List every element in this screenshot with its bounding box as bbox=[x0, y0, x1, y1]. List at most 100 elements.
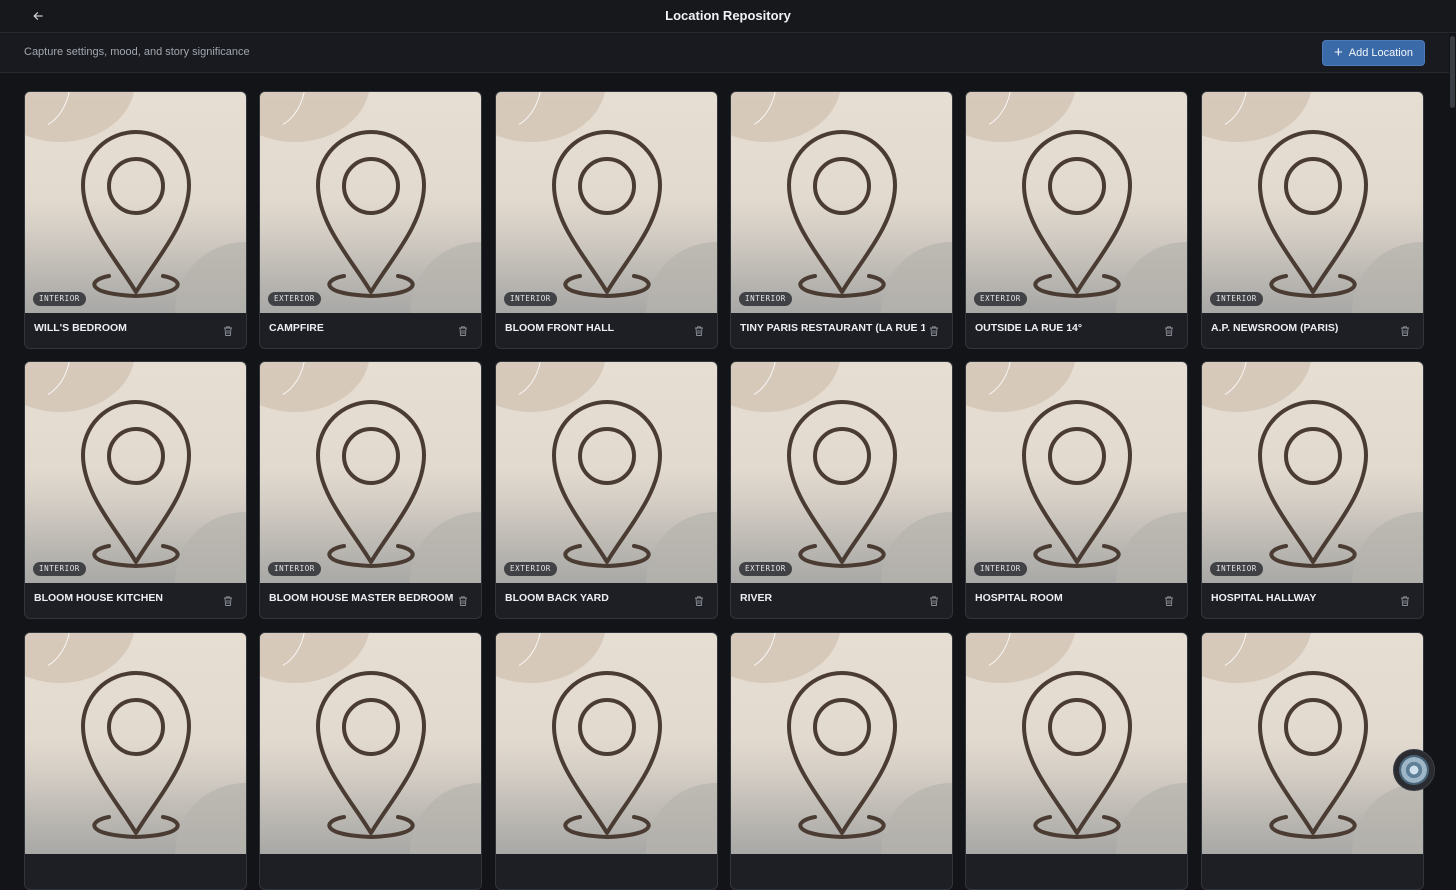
delete-location-button[interactable] bbox=[1399, 594, 1411, 606]
location-type-badge: INTERIOR bbox=[33, 562, 86, 576]
location-thumbnail bbox=[260, 92, 481, 313]
scrollbar-thumb[interactable] bbox=[1450, 36, 1455, 108]
location-thumbnail bbox=[25, 92, 246, 313]
map-pin-icon bbox=[552, 400, 662, 568]
location-type-badge: INTERIOR bbox=[33, 292, 86, 306]
map-pin-icon bbox=[1022, 671, 1132, 839]
map-pin-icon bbox=[1258, 671, 1368, 839]
scrollbar-track[interactable] bbox=[1449, 33, 1456, 815]
location-card[interactable]: EXTERIOR BLOOM BACK YARD bbox=[495, 361, 718, 619]
location-thumbnail bbox=[1202, 92, 1423, 313]
location-thumbnail bbox=[496, 362, 717, 583]
location-card[interactable] bbox=[1201, 632, 1424, 890]
location-thumbnail bbox=[966, 362, 1187, 583]
assistant-orb-icon bbox=[1399, 755, 1429, 785]
map-pin-icon bbox=[1258, 400, 1368, 568]
location-name: BLOOM HOUSE KITCHEN bbox=[34, 592, 163, 604]
location-card[interactable]: EXTERIOR RIVER bbox=[730, 361, 953, 619]
location-card[interactable] bbox=[24, 632, 247, 890]
trash-icon bbox=[1399, 324, 1411, 341]
location-type-badge: INTERIOR bbox=[504, 292, 557, 306]
trash-icon bbox=[457, 594, 469, 611]
map-pin-icon bbox=[81, 130, 191, 298]
add-location-label: Add Location bbox=[1348, 47, 1413, 59]
location-card[interactable] bbox=[495, 632, 718, 890]
location-card[interactable]: INTERIOR TINY PARIS RESTAURANT (LA RUE 14… bbox=[730, 91, 953, 349]
map-pin-icon bbox=[316, 130, 426, 298]
map-pin-icon bbox=[552, 671, 662, 839]
map-pin-icon bbox=[787, 671, 897, 839]
trash-icon bbox=[1399, 594, 1411, 611]
location-card[interactable]: INTERIOR BLOOM HOUSE MASTER BEDROOM bbox=[259, 361, 482, 619]
location-thumbnail bbox=[25, 362, 246, 583]
delete-location-button[interactable] bbox=[457, 594, 469, 606]
location-card[interactable]: INTERIOR WILL'S BEDROOM bbox=[24, 91, 247, 349]
location-type-badge: EXTERIOR bbox=[739, 562, 792, 576]
location-name: WILL'S BEDROOM bbox=[34, 322, 127, 334]
trash-icon bbox=[457, 324, 469, 341]
location-thumbnail bbox=[25, 633, 246, 854]
map-pin-icon bbox=[81, 400, 191, 568]
map-pin-icon bbox=[552, 130, 662, 298]
location-card[interactable]: INTERIOR A.P. NEWSROOM (PARIS) bbox=[1201, 91, 1424, 349]
trash-icon bbox=[222, 594, 234, 611]
location-name: TINY PARIS RESTAURANT (LA RUE 14°) bbox=[740, 322, 925, 334]
delete-location-button[interactable] bbox=[693, 324, 705, 336]
location-thumbnail bbox=[496, 633, 717, 854]
location-type-badge: EXTERIOR bbox=[504, 562, 557, 576]
location-type-badge: INTERIOR bbox=[739, 292, 792, 306]
location-type-badge: EXTERIOR bbox=[268, 292, 321, 306]
location-card[interactable] bbox=[730, 632, 953, 890]
location-card[interactable] bbox=[259, 632, 482, 890]
map-pin-icon bbox=[316, 671, 426, 839]
location-thumbnail bbox=[1202, 362, 1423, 583]
delete-location-button[interactable] bbox=[222, 594, 234, 606]
sub-header: Capture settings, mood, and story signif… bbox=[0, 33, 1449, 73]
location-name: BLOOM FRONT HALL bbox=[505, 322, 615, 334]
location-card[interactable]: EXTERIOR CAMPFIRE bbox=[259, 91, 482, 349]
delete-location-button[interactable] bbox=[928, 594, 940, 606]
location-card[interactable]: INTERIOR BLOOM FRONT HALL bbox=[495, 91, 718, 349]
location-type-badge: INTERIOR bbox=[974, 562, 1027, 576]
delete-location-button[interactable] bbox=[693, 594, 705, 606]
location-name: CAMPFIRE bbox=[269, 322, 324, 334]
location-thumbnail bbox=[1202, 633, 1423, 854]
trash-icon bbox=[222, 324, 234, 341]
add-location-button[interactable]: + Add Location bbox=[1322, 40, 1425, 66]
map-pin-icon bbox=[787, 400, 897, 568]
location-card[interactable]: INTERIOR BLOOM HOUSE KITCHEN bbox=[24, 361, 247, 619]
location-thumbnail bbox=[731, 92, 952, 313]
assistant-button[interactable] bbox=[1393, 749, 1435, 791]
trash-icon bbox=[928, 324, 940, 341]
location-name: RIVER bbox=[740, 592, 773, 604]
delete-location-button[interactable] bbox=[457, 324, 469, 336]
map-pin-icon bbox=[81, 671, 191, 839]
trash-icon bbox=[693, 324, 705, 341]
location-thumbnail bbox=[260, 633, 481, 854]
plus-icon: + bbox=[1334, 44, 1343, 61]
location-type-badge: EXTERIOR bbox=[974, 292, 1027, 306]
trash-icon bbox=[928, 594, 940, 611]
location-type-badge: INTERIOR bbox=[1210, 292, 1263, 306]
delete-location-button[interactable] bbox=[928, 324, 940, 336]
location-thumbnail bbox=[966, 633, 1187, 854]
delete-location-button[interactable] bbox=[1163, 594, 1175, 606]
location-type-badge: INTERIOR bbox=[1210, 562, 1263, 576]
location-name: BLOOM BACK YARD bbox=[505, 592, 609, 604]
location-name: OUTSIDE LA RUE 14° bbox=[975, 322, 1083, 334]
location-thumbnail bbox=[496, 92, 717, 313]
location-card[interactable]: EXTERIOR OUTSIDE LA RUE 14° bbox=[965, 91, 1188, 349]
location-thumbnail bbox=[260, 362, 481, 583]
location-card[interactable]: INTERIOR HOSPITAL ROOM bbox=[965, 361, 1188, 619]
delete-location-button[interactable] bbox=[1163, 324, 1175, 336]
location-card[interactable]: INTERIOR HOSPITAL HALLWAY bbox=[1201, 361, 1424, 619]
map-pin-icon bbox=[1022, 130, 1132, 298]
delete-location-button[interactable] bbox=[1399, 324, 1411, 336]
map-pin-icon bbox=[787, 130, 897, 298]
map-pin-icon bbox=[1258, 130, 1368, 298]
location-thumbnail bbox=[966, 92, 1187, 313]
location-name: HOSPITAL ROOM bbox=[975, 592, 1063, 604]
location-thumbnail bbox=[731, 633, 952, 854]
location-card[interactable] bbox=[965, 632, 1188, 890]
delete-location-button[interactable] bbox=[222, 324, 234, 336]
